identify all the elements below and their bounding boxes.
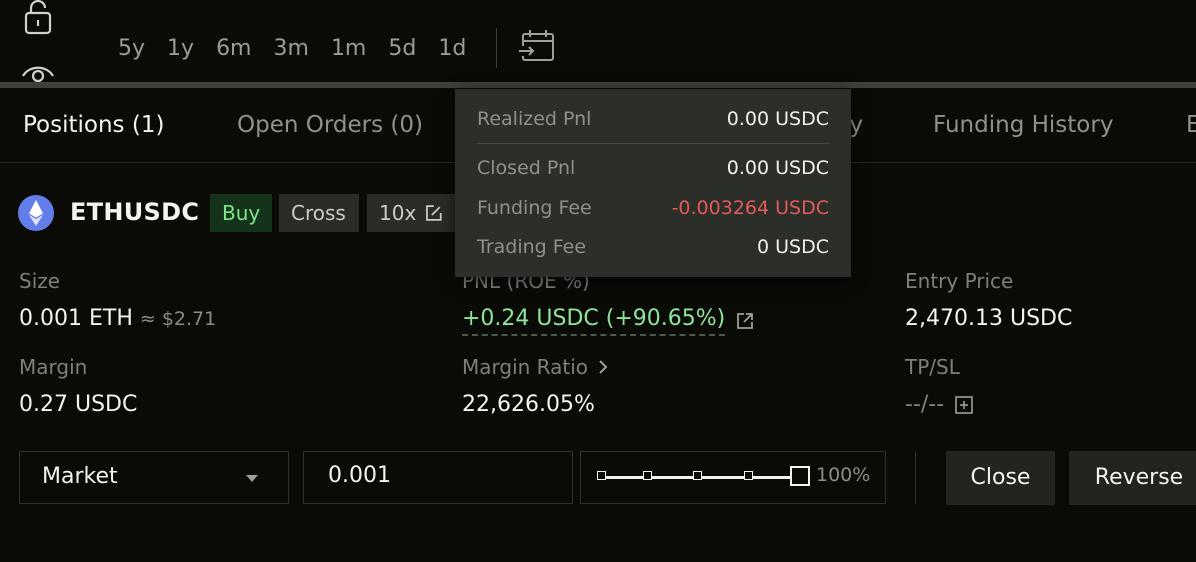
margin-label: Margin	[19, 355, 88, 379]
slider-percent-label: 100%	[816, 464, 871, 486]
tooltip-label: Funding Fee	[477, 197, 592, 219]
timeframe-3m[interactable]: 3m	[274, 36, 309, 62]
calendar-range-icon[interactable]	[517, 28, 557, 64]
eth-icon	[18, 195, 54, 231]
unlock-icon[interactable]	[20, 0, 56, 36]
entry-price-label: Entry Price	[905, 269, 1014, 293]
side-badge: Buy	[210, 194, 272, 232]
position-symbol[interactable]: ETHUSDC	[70, 198, 199, 226]
tooltip-label: Trading Fee	[477, 236, 587, 258]
tooltip-value: 0.00 USDC	[726, 157, 829, 179]
order-type-select[interactable]: Market	[19, 451, 289, 504]
margin-ratio-label-row[interactable]: Margin Ratio	[462, 355, 608, 379]
chart-bottom-border	[0, 82, 1196, 88]
margin-ratio-value: 22,626.05%	[462, 392, 595, 417]
tpsl-label: TP/SL	[905, 355, 960, 379]
timeframe-5d[interactable]: 5d	[388, 36, 416, 62]
entry-price-value: 2,470.13 USDC	[905, 306, 1073, 331]
tooltip-value: 0 USDC	[757, 236, 829, 258]
size-amount: 0.001 ETH	[19, 306, 133, 331]
tab-open-orders[interactable]: Open Orders (0)	[237, 112, 423, 138]
tooltip-value: 0.00 USDC	[726, 108, 829, 130]
slider-step-75[interactable]	[744, 471, 753, 480]
tooltip-divider	[477, 143, 829, 144]
close-position-button[interactable]: Close	[946, 451, 1055, 505]
tooltip-label: Realized Pnl	[477, 108, 592, 130]
pnl-breakdown-tooltip: Realized Pnl 0.00 USDC Closed Pnl 0.00 U…	[455, 89, 851, 277]
reverse-position-button[interactable]: Reverse	[1069, 451, 1196, 505]
add-tpsl-icon[interactable]	[954, 395, 974, 415]
timeframe-selector: 5y 1y 6m 3m 1m 5d 1d	[118, 36, 488, 62]
close-quantity-input[interactable]: 0.001	[303, 451, 573, 504]
slider-step-50[interactable]	[693, 471, 702, 480]
share-icon[interactable]	[735, 311, 755, 331]
timeframe-1m[interactable]: 1m	[331, 36, 366, 62]
tooltip-value: -0.003264 USDC	[671, 197, 829, 219]
tooltip-row-trading-fee: Trading Fee 0 USDC	[477, 233, 829, 261]
close-quantity-value: 0.001	[328, 463, 391, 488]
tooltip-label: Closed Pnl	[477, 157, 576, 179]
close-percent-slider[interactable]: 100%	[580, 451, 886, 504]
slider-step-0[interactable]	[597, 471, 606, 480]
tpsl-value: --/--	[905, 392, 945, 417]
tooltip-row-closed-pnl: Closed Pnl 0.00 USDC	[477, 154, 829, 182]
margin-ratio-label: Margin Ratio	[462, 355, 589, 379]
tab-positions[interactable]: Positions (1)	[23, 112, 164, 138]
size-usd: ≈ $2.71	[139, 308, 217, 330]
tooltip-row-realized-pnl: Realized Pnl 0.00 USDC	[477, 105, 829, 133]
timeframe-1d[interactable]: 1d	[438, 36, 466, 62]
caret-down-icon	[246, 475, 258, 482]
slider-step-25[interactable]	[643, 471, 652, 480]
size-label: Size	[19, 269, 61, 293]
order-type-value: Market	[42, 464, 118, 489]
pnl-value[interactable]: +0.24 USDC (+90.65%)	[462, 306, 726, 336]
toolbar-divider	[496, 28, 497, 68]
controls-divider	[915, 452, 916, 504]
tab-funding-history[interactable]: Funding History	[933, 112, 1113, 138]
pnl-value-row: +0.24 USDC (+90.65%)	[462, 306, 755, 336]
timeframe-6m[interactable]: 6m	[216, 36, 251, 62]
leverage-badge[interactable]: 10x	[367, 194, 455, 232]
edit-icon	[426, 205, 442, 221]
tpsl-row: --/--	[905, 392, 974, 417]
tooltip-row-funding-fee: Funding Fee -0.003264 USDC	[477, 194, 829, 222]
timeframe-1y[interactable]: 1y	[167, 36, 194, 62]
tab-overflow[interactable]: E	[1186, 112, 1196, 138]
margin-mode-badge[interactable]: Cross	[279, 194, 359, 232]
timeframe-5y[interactable]: 5y	[118, 36, 145, 62]
positions-panel: 5y 1y 6m 3m 1m 5d 1d Positions (1) Open …	[0, 0, 1196, 562]
size-value: 0.001 ETH ≈ $2.71	[19, 306, 216, 331]
chevron-right-icon	[599, 360, 608, 374]
leverage-value: 10x	[379, 201, 417, 225]
slider-thumb[interactable]	[790, 466, 810, 486]
margin-value: 0.27 USDC	[19, 392, 138, 417]
